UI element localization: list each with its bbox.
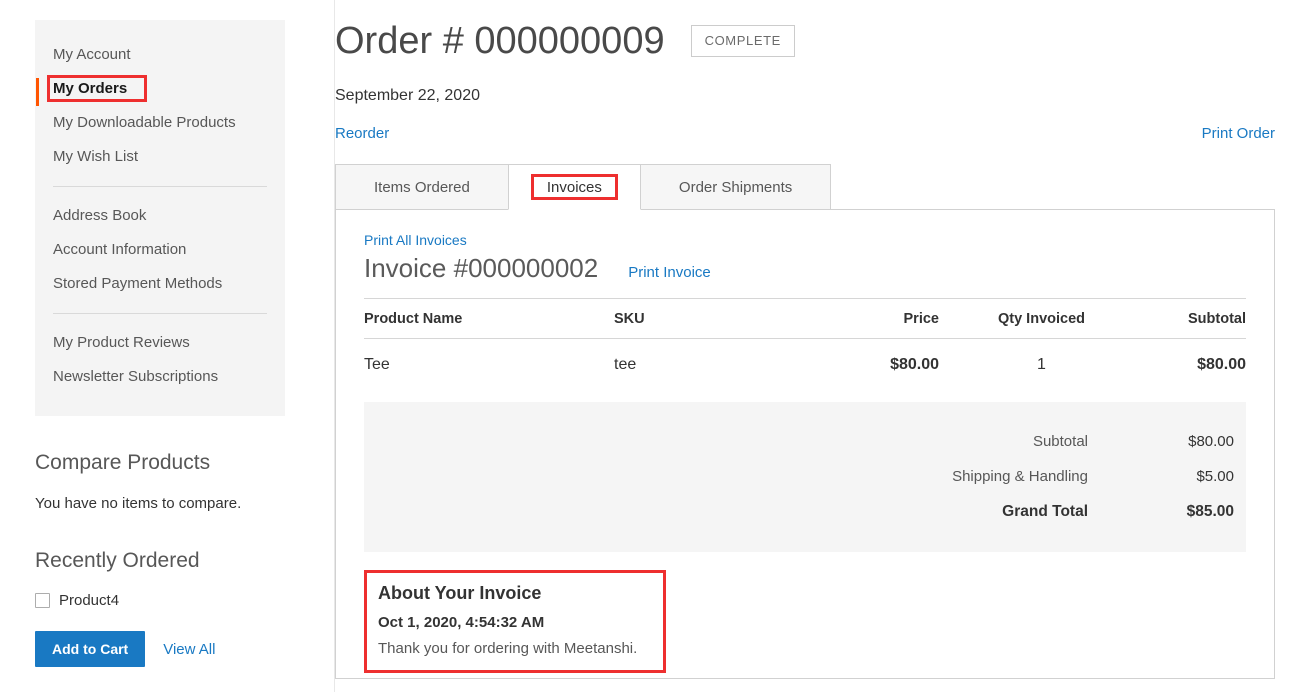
table-row: Tee tee $80.00 1 $80.00 [364, 339, 1246, 397]
sidebar-group-engagement: My Product Reviews Newsletter Subscripti… [35, 326, 285, 394]
column-header-product-name: Product Name [364, 298, 614, 339]
tab-label: Items Ordered [374, 179, 470, 196]
about-your-invoice: About Your Invoice Oct 1, 2020, 4:54:32 … [364, 570, 666, 673]
sidebar-group-profile: Address Book Account Information Stored … [35, 199, 285, 301]
sidebar-item-label: My Product Reviews [53, 334, 190, 351]
tab-label: Invoices [546, 179, 602, 196]
page-title: Order # 000000009 [335, 20, 665, 62]
invoices-panel: Print All Invoices Invoice #000000002 Pr… [335, 209, 1275, 679]
status-badge: COMPLETE [690, 25, 795, 57]
sidebar-item-account-information[interactable]: Account Information [35, 233, 285, 267]
account-sidebar: My Account My Orders My Downloadable Pro… [35, 20, 285, 667]
main-inner: Order # 000000009 COMPLETE September 22,… [335, 0, 1303, 679]
checkbox-icon[interactable] [35, 593, 50, 608]
column-header-subtotal: Subtotal [1144, 298, 1246, 339]
sidebar-item-label: Stored Payment Methods [53, 275, 223, 292]
page-root: My Account My Orders My Downloadable Pro… [0, 0, 1303, 692]
totals-value-shipping: $5.00 [1196, 468, 1234, 485]
invoice-title: Invoice #000000002 [364, 253, 599, 283]
tab-invoices[interactable]: Invoices [507, 164, 641, 210]
add-to-cart-button[interactable]: Add to Cart [35, 631, 146, 667]
invoice-header: Invoice #000000002 Print Invoice [364, 252, 1246, 284]
sidebar-item-label: Address Book [53, 207, 147, 224]
print-order-link[interactable]: Print Order [1202, 125, 1275, 142]
view-all-link[interactable]: View All [163, 641, 215, 658]
sidebar-item-my-wish-list[interactable]: My Wish List [35, 140, 285, 174]
compare-products-title: Compare Products [35, 451, 211, 474]
sidebar-item-label: My Downloadable Products [53, 114, 236, 131]
about-invoice-message: Thank you for ordering with Meetanshi. [378, 640, 638, 657]
totals-row-subtotal: Subtotal $80.00 [364, 424, 1234, 459]
column-header-price: Price [769, 298, 939, 339]
tab-items-ordered[interactable]: Items Ordered [335, 164, 509, 210]
sidebar-item-my-downloadable-products[interactable]: My Downloadable Products [35, 106, 285, 140]
order-date: September 22, 2020 [335, 87, 480, 104]
sidebar-item-address-book[interactable]: Address Book [35, 199, 285, 233]
column-header-sku: SKU [614, 298, 769, 339]
invoice-items-table: Product Name SKU Price Qty Invoiced Subt… [364, 298, 1246, 396]
sidebar-item-stored-payment-methods[interactable]: Stored Payment Methods [35, 267, 285, 301]
sidebar-item-label: My Wish List [53, 148, 139, 165]
sidebar-item-my-account[interactable]: My Account [35, 38, 285, 72]
cell-price: $80.00 [890, 356, 939, 373]
cell-product-name: Tee [364, 356, 390, 373]
sidebar-item-label: Newsletter Subscriptions [53, 368, 219, 385]
sidebar-item-label: My Orders [53, 80, 128, 97]
print-invoice-link[interactable]: Print Invoice [628, 264, 711, 281]
tab-order-shipments[interactable]: Order Shipments [639, 164, 832, 210]
sidebar-item-my-orders[interactable]: My Orders [35, 72, 285, 106]
compare-products-block: Compare Products You have no items to co… [35, 450, 285, 514]
invoice-table-head: Product Name SKU Price Qty Invoiced Subt… [364, 298, 1246, 339]
column-header-qty-invoiced: Qty Invoiced [939, 298, 1144, 339]
order-tabs: Items Ordered Invoices Order Shipments [335, 164, 1275, 210]
totals-label-shipping: Shipping & Handling [952, 468, 1088, 485]
totals-row-shipping: Shipping & Handling $5.00 [364, 459, 1234, 494]
sidebar-divider [53, 186, 267, 187]
main-content: Order # 000000009 COMPLETE September 22,… [334, 0, 1303, 692]
recently-ordered-actions: Add to Cart View All [35, 631, 285, 667]
about-invoice-date: Oct 1, 2020, 4:54:32 AM [378, 614, 545, 631]
recently-ordered-block: Recently Ordered Product4 Add to Cart Vi… [35, 548, 285, 667]
totals-row-grand-total: Grand Total $85.00 [364, 494, 1234, 530]
cell-sku: tee [614, 356, 637, 373]
totals-label-grand-total: Grand Total [1002, 503, 1088, 520]
recently-ordered-title: Recently Ordered [35, 549, 200, 572]
totals-label-subtotal: Subtotal [1032, 433, 1088, 450]
order-header: Order # 000000009 COMPLETE [335, 0, 1275, 64]
invoice-totals: Subtotal $80.00 Shipping & Handling $5.0… [364, 402, 1246, 552]
compare-products-empty-text: You have no items to compare. [35, 495, 242, 512]
account-nav: My Account My Orders My Downloadable Pro… [35, 20, 285, 416]
sidebar-item-newsletter-subscriptions[interactable]: Newsletter Subscriptions [35, 360, 285, 394]
totals-table: Subtotal $80.00 Shipping & Handling $5.0… [364, 424, 1234, 530]
recently-ordered-item-label: Product4 [59, 592, 120, 609]
sidebar-item-label: Account Information [53, 241, 187, 258]
order-actions: Reorder Print Order [335, 125, 1275, 142]
current-item-marker [36, 78, 39, 106]
sidebar-item-my-product-reviews[interactable]: My Product Reviews [35, 326, 285, 360]
table-header-row: Product Name SKU Price Qty Invoiced Subt… [364, 298, 1246, 339]
print-all-invoices-link[interactable]: Print All Invoices [364, 232, 467, 248]
cell-subtotal: $80.00 [1197, 356, 1246, 373]
sidebar-divider [53, 313, 267, 314]
list-item[interactable]: Product4 [35, 592, 285, 609]
cell-qty-invoiced: 1 [1037, 356, 1046, 373]
sidebar-group-account: My Account My Orders My Downloadable Pro… [35, 38, 285, 174]
about-invoice-title: About Your Invoice [378, 583, 542, 603]
totals-value-subtotal: $80.00 [1188, 433, 1234, 450]
reorder-link[interactable]: Reorder [335, 125, 389, 142]
tab-label: Order Shipments [678, 179, 793, 196]
sidebar-item-label: My Account [53, 46, 131, 63]
invoice-table-body: Tee tee $80.00 1 $80.00 [364, 339, 1246, 397]
totals-value-grand-total: $85.00 [1186, 503, 1234, 520]
